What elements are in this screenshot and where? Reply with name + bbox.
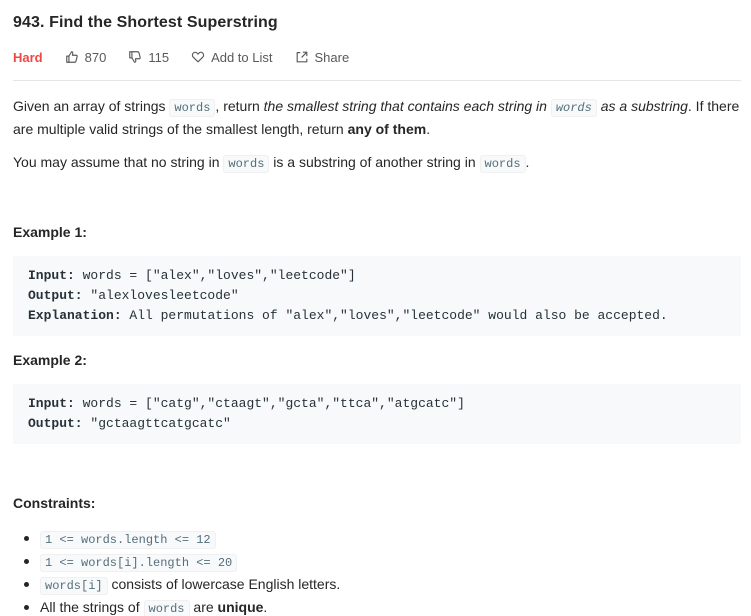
dislike-count: 115 bbox=[148, 49, 170, 65]
description-paragraph-1: Given an array of strings words, return … bbox=[13, 98, 740, 137]
inline-code: words bbox=[479, 155, 526, 173]
inline-code: words[i] bbox=[40, 577, 108, 595]
inline-code: 1 <= words.length <= 12 bbox=[40, 531, 216, 549]
heart-icon bbox=[191, 51, 205, 63]
example-2-block: Input: words = ["catg","ctaagt","gcta","… bbox=[13, 384, 741, 444]
constraint-item: All the strings of words are unique. bbox=[23, 597, 340, 616]
problem-title: 943. Find the Shortest Superstring bbox=[13, 14, 278, 31]
inline-code: 1 <= words[i].length <= 20 bbox=[40, 554, 238, 572]
thumbs-up-icon bbox=[65, 51, 78, 63]
header-divider bbox=[13, 80, 741, 81]
share-label: Share bbox=[314, 49, 350, 65]
dislike-button[interactable]: 115 bbox=[128, 50, 169, 65]
share-button[interactable]: Share bbox=[295, 49, 350, 65]
add-to-list-button[interactable]: Add to List bbox=[191, 49, 273, 65]
example-1-output-line: Output: "alexlovesleetcode" bbox=[28, 288, 239, 303]
example-2-input-line: Input: words = ["catg","ctaagt","gcta","… bbox=[28, 396, 465, 411]
inline-code: words bbox=[223, 155, 270, 173]
example-1-block: Input: words = ["alex","loves","leetcode… bbox=[13, 256, 741, 336]
constraint-item: words[i] consists of lowercase English l… bbox=[23, 574, 340, 597]
constraints-list: 1 <= words.length <= 12 1 <= words[i].le… bbox=[23, 528, 340, 616]
description-paragraph-2: You may assume that no string in words i… bbox=[13, 154, 530, 173]
inline-code: words bbox=[169, 99, 216, 117]
like-count: 870 bbox=[84, 49, 107, 65]
like-button[interactable]: 870 bbox=[65, 49, 107, 65]
inline-code: words bbox=[143, 600, 190, 616]
thumbs-down-icon bbox=[129, 51, 142, 63]
problem-meta-bar: Hard 870 115 Add to List Share bbox=[13, 49, 371, 65]
add-to-list-label: Add to List bbox=[211, 49, 273, 65]
share-icon bbox=[296, 51, 307, 63]
example-1-input-line: Input: words = ["alex","loves","leetcode… bbox=[28, 268, 356, 283]
constraints-heading: Constraints: bbox=[13, 495, 96, 511]
example-2-heading: Example 2: bbox=[13, 352, 87, 368]
example-1-explanation-line: Explanation: All permutations of "alex",… bbox=[28, 308, 668, 323]
constraint-item: 1 <= words.length <= 12 bbox=[23, 528, 340, 551]
constraint-item: 1 <= words[i].length <= 20 bbox=[23, 551, 340, 574]
example-2-output-line: Output: "gctaagttcatgcatc" bbox=[28, 416, 231, 431]
inline-code: words bbox=[550, 99, 597, 117]
example-1-heading: Example 1: bbox=[13, 224, 87, 240]
difficulty-badge: Hard bbox=[13, 49, 43, 65]
